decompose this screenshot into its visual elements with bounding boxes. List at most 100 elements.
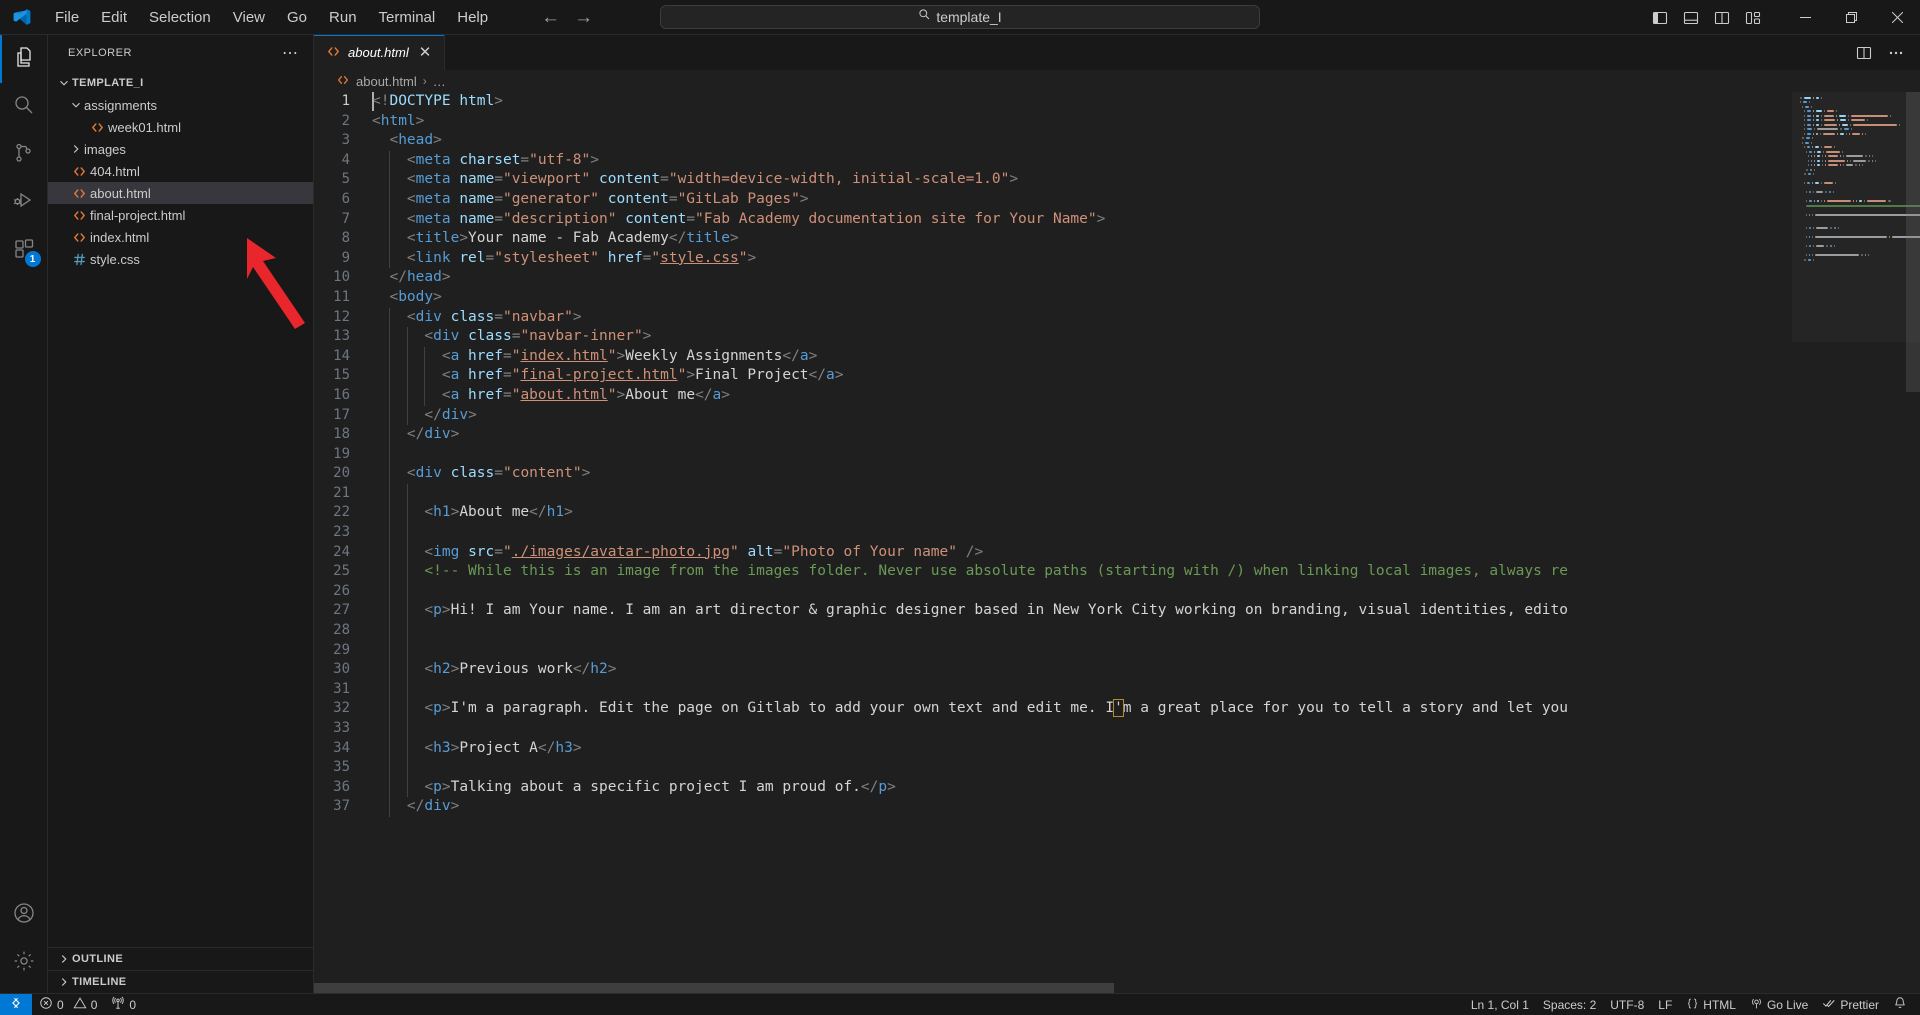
- menu-selection[interactable]: Selection: [138, 5, 222, 30]
- line-content[interactable]: <div class="content">: [372, 464, 590, 484]
- line-content[interactable]: <a href="final-project.html">Final Proje…: [372, 366, 843, 386]
- code-editor[interactable]: 1 <!DOCTYPE html> 2 <html> 3 <head> 4 <meta c…: [314, 92, 1920, 993]
- menu-terminal[interactable]: Terminal: [368, 5, 447, 30]
- line-content[interactable]: <img src="./images/avatar-photo.jpg" alt…: [372, 542, 983, 563]
- code-line[interactable]: 16 <a href="about.html">About me</a>: [314, 385, 1792, 406]
- code-content[interactable]: 1 <!DOCTYPE html> 2 <html> 3 <head> 4 <meta c…: [314, 92, 1792, 817]
- line-content[interactable]: <h2>Previous work</h2>: [372, 660, 617, 680]
- code-line[interactable]: 17 </div>: [314, 405, 1792, 426]
- customize-layout-icon[interactable]: [1742, 7, 1764, 29]
- tree-item-assignments[interactable]: assignments: [48, 94, 313, 116]
- minimap[interactable]: [1792, 92, 1920, 993]
- line-content[interactable]: <p>Talking about a specific project I am…: [372, 777, 896, 798]
- line-content[interactable]: <head>: [372, 131, 441, 151]
- toggle-primary-sidebar-icon[interactable]: [1649, 7, 1671, 29]
- explorer-more-actions-icon[interactable]: ⋯: [276, 41, 305, 65]
- code-line[interactable]: 3 <head>: [314, 131, 1792, 151]
- code-line[interactable]: 4 <meta charset="utf-8">: [314, 150, 1792, 171]
- breadcrumb-symbol[interactable]: …: [433, 74, 446, 89]
- code-line[interactable]: 13 <div class="navbar-inner">: [314, 327, 1792, 347]
- activity-item-accounts[interactable]: [0, 891, 48, 939]
- tree-item-week01-html[interactable]: week01.html: [48, 116, 313, 138]
- line-content[interactable]: <p>Hi! I am Your name. I am an art direc…: [372, 601, 1568, 622]
- activity-item-extensions[interactable]: 1: [0, 227, 48, 275]
- menu-view[interactable]: View: [222, 5, 276, 30]
- status-ports[interactable]: 0: [104, 994, 143, 1015]
- code-line[interactable]: 27 <p>Hi! I am Your name. I am an art di…: [314, 601, 1792, 622]
- line-content[interactable]: [372, 523, 424, 543]
- menu-edit[interactable]: Edit: [90, 5, 138, 30]
- remote-indicator[interactable]: [0, 993, 32, 1015]
- code-line[interactable]: 7 <meta name="description" content="Fab …: [314, 209, 1792, 230]
- code-line[interactable]: 10 </head>: [314, 268, 1792, 288]
- vertical-scrollbar[interactable]: [1906, 92, 1920, 993]
- line-content[interactable]: </div>: [372, 425, 459, 445]
- activity-item-explorer[interactable]: [0, 35, 48, 83]
- line-content[interactable]: <div class="navbar">: [372, 307, 582, 328]
- line-content[interactable]: [372, 758, 424, 778]
- menu-run[interactable]: Run: [318, 5, 368, 30]
- line-content[interactable]: [372, 621, 424, 641]
- status-eol[interactable]: LF: [1651, 994, 1679, 1015]
- code-line[interactable]: 25 <!-- While this is an image from the …: [314, 562, 1792, 582]
- menu-go[interactable]: Go: [276, 5, 318, 30]
- activity-item-source-control[interactable]: [0, 131, 48, 179]
- code-line[interactable]: 21: [314, 483, 1792, 504]
- status-language-mode[interactable]: HTML: [1679, 994, 1743, 1015]
- horizontal-scrollbar[interactable]: [314, 983, 1792, 993]
- code-line[interactable]: 37 </div>: [314, 797, 1792, 817]
- tab-about-html[interactable]: about.html ✕: [314, 35, 446, 70]
- tree-root-template-i[interactable]: TEMPLATE_I: [48, 72, 313, 94]
- split-editor-icon[interactable]: [1850, 39, 1878, 67]
- go-forward-icon[interactable]: →: [574, 8, 593, 27]
- activity-item-manage[interactable]: [0, 939, 48, 987]
- tree-item-about-html[interactable]: about.html: [48, 182, 313, 204]
- tree-item-index-html[interactable]: index.html: [48, 226, 313, 248]
- code-line[interactable]: 28: [314, 621, 1792, 641]
- code-line[interactable]: 11 <body>: [314, 288, 1792, 308]
- status-notifications[interactable]: [1886, 994, 1914, 1015]
- tree-item-style-css[interactable]: style.css: [48, 248, 313, 270]
- status-prettier[interactable]: Prettier: [1815, 994, 1886, 1015]
- minimap-slider[interactable]: [1792, 92, 1920, 342]
- code-line[interactable]: 14 <a href="index.html">Weekly Assignmen…: [314, 346, 1792, 367]
- code-line[interactable]: 30 <h2>Previous work</h2>: [314, 660, 1792, 680]
- line-content[interactable]: <meta name="generator" content="GitLab P…: [372, 189, 809, 210]
- line-content[interactable]: <a href="index.html">Weekly Assignments<…: [372, 346, 817, 367]
- code-line[interactable]: 23: [314, 523, 1792, 543]
- line-content[interactable]: <meta charset="utf-8">: [372, 150, 599, 171]
- status-problems[interactable]: 0 0: [32, 994, 104, 1015]
- code-line[interactable]: 26: [314, 581, 1792, 602]
- status-indentation[interactable]: Spaces: 2: [1536, 994, 1603, 1015]
- panel-timeline[interactable]: TIMELINE: [48, 970, 313, 993]
- menu-file[interactable]: File: [44, 5, 90, 30]
- restore-button[interactable]: [1828, 0, 1874, 35]
- breadcrumb-file[interactable]: about.html: [336, 73, 417, 90]
- code-line[interactable]: 31: [314, 679, 1792, 700]
- line-content[interactable]: [372, 483, 424, 504]
- horizontal-scrollbar-thumb[interactable]: [314, 983, 1114, 993]
- code-line[interactable]: 6 <meta name="generator" content="GitLab…: [314, 189, 1792, 210]
- code-line[interactable]: 8 <title>Your name - Fab Academy</title>: [314, 229, 1792, 249]
- code-line[interactable]: 15 <a href="final-project.html">Final Pr…: [314, 366, 1792, 386]
- line-content[interactable]: <meta name="description" content="Fab Ac…: [372, 209, 1105, 230]
- close-icon[interactable]: ✕: [416, 44, 435, 61]
- code-line[interactable]: 18 </div>: [314, 425, 1792, 445]
- line-content[interactable]: <meta name="viewport" content="width=dev…: [372, 170, 1018, 190]
- code-line[interactable]: 5 <meta name="viewport" content="width=d…: [314, 170, 1792, 190]
- tree-item-final-project-html[interactable]: final-project.html: [48, 204, 313, 226]
- line-content[interactable]: <body>: [372, 288, 441, 308]
- go-back-icon[interactable]: ←: [541, 8, 560, 27]
- command-center[interactable]: template_I: [660, 5, 1260, 29]
- line-content[interactable]: [372, 444, 407, 465]
- code-line[interactable]: 24 <img src="./images/avatar-photo.jpg" …: [314, 542, 1792, 563]
- code-scroll-area[interactable]: 1 <!DOCTYPE html> 2 <html> 3 <head> 4 <meta c…: [314, 92, 1792, 993]
- code-line[interactable]: 33: [314, 719, 1792, 739]
- line-content[interactable]: [372, 679, 424, 700]
- toggle-secondary-sidebar-icon[interactable]: [1711, 7, 1733, 29]
- line-content[interactable]: <!DOCTYPE html>: [372, 92, 503, 112]
- line-content[interactable]: </div>: [372, 797, 459, 817]
- code-line[interactable]: 19: [314, 444, 1792, 465]
- code-line[interactable]: 29: [314, 640, 1792, 661]
- line-content[interactable]: <html>: [372, 112, 424, 132]
